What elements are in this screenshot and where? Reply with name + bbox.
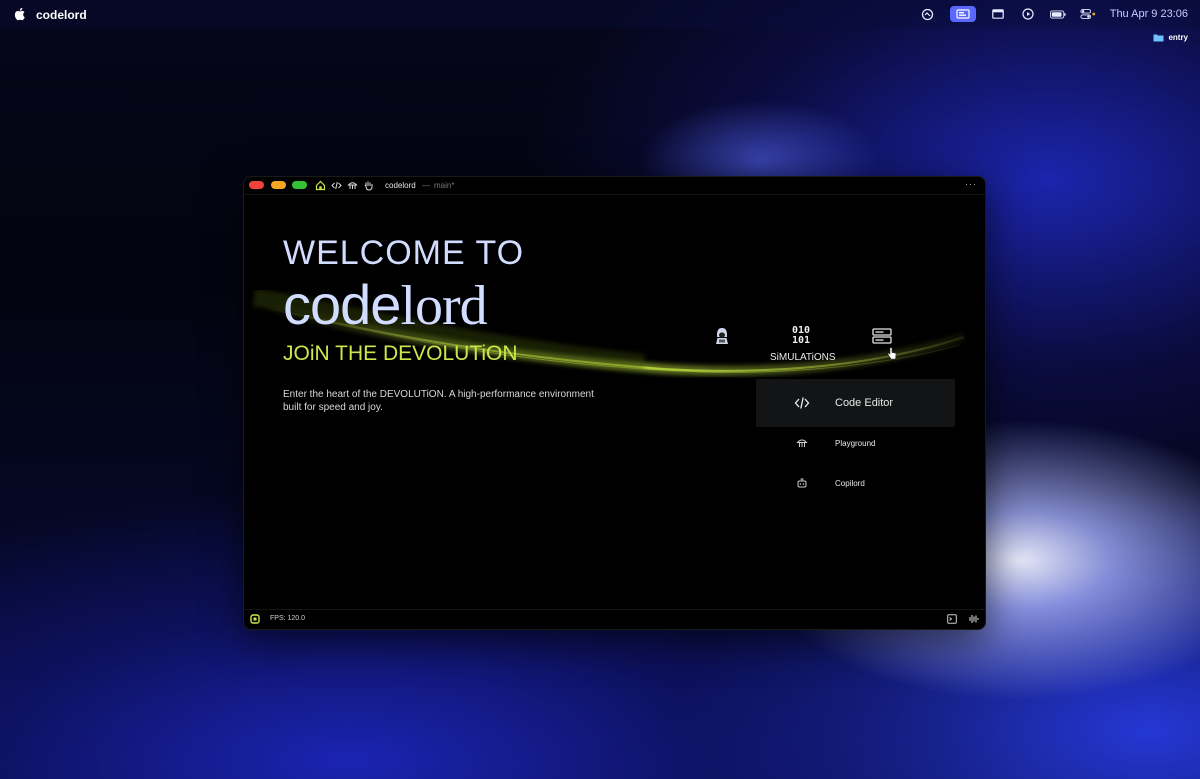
menu-item-label: Copilord xyxy=(835,479,865,488)
server-icon[interactable] xyxy=(872,328,892,345)
close-button[interactable] xyxy=(249,181,264,189)
fps-readout: FPS: 120.0 xyxy=(270,615,306,622)
branch-label: main* xyxy=(434,181,455,190)
app-window: codelord — main* ··· WELCOME TO codelord… xyxy=(243,176,986,630)
menu-clock[interactable]: Thu Apr 9 23:06 xyxy=(1110,8,1188,20)
home-icon[interactable] xyxy=(315,180,326,191)
minimize-button[interactable] xyxy=(271,181,286,189)
window-titlebar[interactable]: codelord — main* ··· xyxy=(244,177,985,195)
control-center-icon[interactable] xyxy=(1080,7,1096,21)
tagline: JOiN THE DEVOLUTiON xyxy=(283,342,518,365)
desktop-folder-label: entry xyxy=(1168,33,1188,42)
menu-item-label: Playground xyxy=(835,439,876,448)
window-title: codelord xyxy=(385,181,416,190)
status-bar: FPS: 120.0 xyxy=(244,609,985,629)
codelord-logo-icon[interactable] xyxy=(250,614,260,624)
battery-icon[interactable] xyxy=(1049,7,1066,21)
menu-item-playground[interactable]: Playground xyxy=(756,433,955,453)
menu-app-name[interactable]: codelord xyxy=(36,8,87,22)
menu-item-copilord[interactable]: Copilord xyxy=(756,473,955,493)
zoom-button[interactable] xyxy=(292,181,307,189)
code-icon xyxy=(794,397,810,409)
playground-icon xyxy=(796,439,808,447)
hacker-icon[interactable] xyxy=(714,327,730,345)
screen-share-icon[interactable] xyxy=(949,6,976,22)
title-separator: — xyxy=(422,181,430,190)
terminal-icon[interactable] xyxy=(947,614,957,624)
welcome-heading: WELCOME TO xyxy=(283,234,525,272)
cursor-hand-icon xyxy=(887,347,897,360)
brand-bold: code xyxy=(283,273,401,336)
code-icon[interactable] xyxy=(331,180,342,191)
folder-icon xyxy=(1153,34,1164,42)
brand-logo-text: codelord xyxy=(283,272,488,338)
brand-light: lord xyxy=(400,275,487,337)
menu-item-code-editor[interactable]: Code Editor xyxy=(756,379,955,427)
window-icon[interactable] xyxy=(990,7,1006,21)
simulations-icon[interactable]: 010 101 xyxy=(792,326,810,346)
waveform-icon[interactable] xyxy=(967,614,979,624)
hand-icon[interactable] xyxy=(363,180,374,191)
status-icon[interactable] xyxy=(920,7,936,21)
robot-icon xyxy=(797,478,807,488)
desktop-folder[interactable]: entry xyxy=(1153,33,1188,42)
simulations-label[interactable]: SiMULATiONS xyxy=(770,352,836,363)
playground-icon[interactable] xyxy=(347,180,358,191)
menu-item-label: Code Editor xyxy=(835,397,894,409)
apple-icon[interactable] xyxy=(12,6,26,22)
menu-bar: codelord Thu Apr 9 23:06 xyxy=(0,0,1200,28)
simulations-icon-bottom: 101 xyxy=(792,335,811,346)
more-menu-button[interactable]: ··· xyxy=(965,179,977,189)
description-text: Enter the heart of the DEVOLUTiON. A hig… xyxy=(283,389,594,413)
play-icon[interactable] xyxy=(1020,7,1036,21)
